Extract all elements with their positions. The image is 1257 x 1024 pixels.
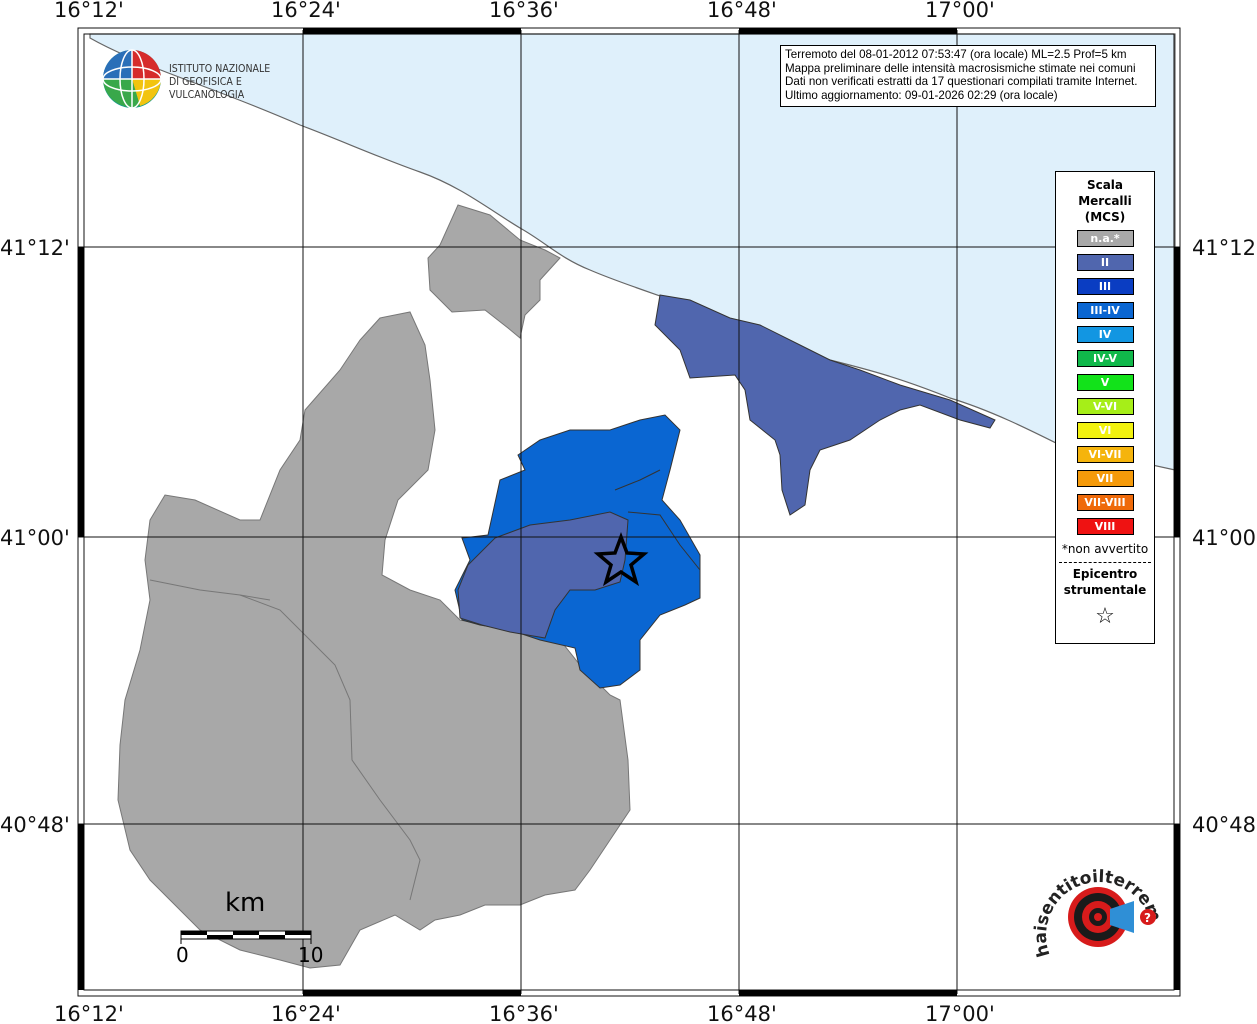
longitude-labels-bottom: 16°12' 16°24' 16°36' 16°48' 17°00' bbox=[54, 1002, 995, 1024]
legend-item: VII bbox=[1076, 470, 1134, 487]
scale-start: 0 bbox=[176, 943, 189, 967]
lat-label-right: 41°00' bbox=[1192, 526, 1257, 550]
lon-label-bottom: 17°00' bbox=[925, 1002, 995, 1024]
lon-label-top: 16°24' bbox=[271, 0, 341, 22]
legend-title-line: Scala bbox=[1086, 178, 1124, 192]
star-icon: ☆ bbox=[1095, 604, 1115, 629]
longitude-labels-top: 16°12' 16°24' 16°36' 16°48' 17°00' bbox=[54, 0, 995, 22]
question-icon: ? bbox=[1144, 911, 1151, 925]
legend-item: VIII bbox=[1076, 518, 1134, 535]
logo-line-2: DI GEOFISICA E VULCANOLOGIA bbox=[169, 76, 245, 101]
map-description-line: Mappa preliminare delle intensità macros… bbox=[785, 61, 1136, 75]
event-info-box: Terremoto del 08-01-2012 07:53:47 (ora l… bbox=[780, 45, 1156, 107]
lon-label-bottom: 16°48' bbox=[707, 1002, 777, 1024]
logo-line-1: ISTITUTO NAZIONALE bbox=[169, 63, 271, 75]
last-update-line: Ultimo aggiornamento: 09-01-2026 02:29 (… bbox=[785, 88, 1058, 102]
legend-epicenter-label: Epicentro strumentale bbox=[1056, 566, 1154, 598]
lon-label-bottom: 16°24' bbox=[271, 1002, 341, 1024]
mcs-legend: Scala Mercalli (MCS) n.a.* II III III-IV IV I… bbox=[1055, 171, 1155, 644]
legend-note: *non avvertito bbox=[1061, 542, 1149, 556]
legend-item: V-VI bbox=[1076, 398, 1134, 415]
lon-label-bottom: 16°36' bbox=[489, 1002, 559, 1024]
globe-icon bbox=[102, 49, 162, 109]
lon-label-top: 17°00' bbox=[925, 0, 995, 22]
lon-label-top: 16°12' bbox=[54, 0, 124, 22]
lat-label-left: 41°12' bbox=[0, 236, 70, 260]
legend-item: V bbox=[1076, 374, 1134, 391]
legend-item: IV-V bbox=[1076, 350, 1134, 367]
latitude-labels-left: 41°12' 41°00' 40°48' bbox=[0, 236, 70, 837]
legend-epi-line: Epicentro bbox=[1072, 567, 1138, 581]
lat-label-right: 40°48' bbox=[1192, 813, 1257, 837]
legend-separator bbox=[1059, 562, 1151, 563]
lat-label-right: 41°12' bbox=[1192, 236, 1257, 260]
legend-title-line: Mercalli bbox=[1078, 194, 1132, 208]
haisentito-logo: haisentitoilterremoto.it ? bbox=[1024, 830, 1165, 959]
scale-title: km bbox=[225, 888, 266, 918]
data-source-line: Dati non verificati estratti da 17 quest… bbox=[785, 75, 1138, 88]
haisentito-badge: haisentitoilterremoto.it ? bbox=[1024, 830, 1170, 975]
lat-label-left: 41°00' bbox=[0, 526, 70, 550]
legend-item: VI bbox=[1076, 422, 1134, 439]
legend-item: III-IV bbox=[1076, 302, 1134, 319]
lon-label-top: 16°36' bbox=[489, 0, 559, 22]
scale-end: 10 bbox=[298, 943, 324, 967]
legend-title: Scala Mercalli (MCS) bbox=[1056, 177, 1154, 225]
legend-item: VI-VII bbox=[1076, 446, 1134, 463]
event-line: Terremoto del 08-01-2012 07:53:47 (ora l… bbox=[785, 48, 1127, 61]
legend-title-line: (MCS) bbox=[1084, 210, 1126, 224]
legend-item: II bbox=[1076, 254, 1134, 271]
latitude-labels-right: 41°12' 41°00' 40°48' bbox=[1192, 236, 1257, 837]
legend-item: III bbox=[1076, 278, 1134, 295]
legend-items: n.a.* II III III-IV IV IV-V V V-VI VI VI-VII VII VI… bbox=[1056, 230, 1154, 535]
legend-item: n.a.* bbox=[1076, 230, 1134, 247]
lat-label-left: 40°48' bbox=[0, 813, 70, 837]
lon-label-top: 16°48' bbox=[707, 0, 777, 22]
scale-bar: km 0 10 bbox=[176, 888, 324, 978]
legend-item: IV bbox=[1076, 326, 1134, 343]
legend-item: VII-VIII bbox=[1076, 494, 1134, 511]
lon-label-bottom: 16°12' bbox=[54, 1002, 124, 1024]
ingv-logo-text: ISTITUTO NAZIONALE DI GEOFISICA E VULCAN… bbox=[169, 63, 305, 102]
ingv-logo: ISTITUTO NAZIONALE DI GEOFISICA E VULCAN… bbox=[100, 47, 320, 111]
legend-epi-line: strumentale bbox=[1063, 583, 1147, 597]
